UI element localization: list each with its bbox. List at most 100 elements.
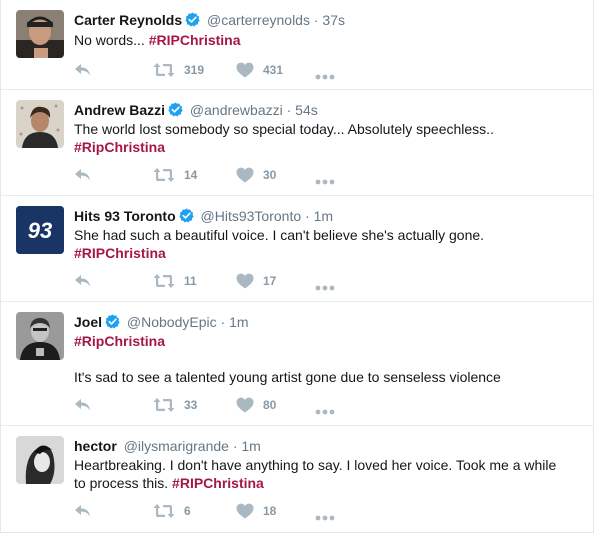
avatar[interactable] xyxy=(16,312,64,360)
timestamp[interactable]: 1m xyxy=(314,208,333,224)
separator: · xyxy=(220,314,226,330)
timestamp[interactable]: 1m xyxy=(229,314,248,330)
retweet-button[interactable]: 319 xyxy=(153,61,204,79)
timestamp[interactable]: 37s xyxy=(322,12,345,28)
hashtag-link[interactable]: #RIPChristina xyxy=(74,244,579,262)
heart-icon xyxy=(236,273,254,289)
retweet-count: 319 xyxy=(184,63,205,77)
tweet-body-line-2: to process this. #RIPChristina xyxy=(74,474,579,492)
display-name[interactable]: Hits 93 Toronto xyxy=(74,208,176,224)
reply-icon xyxy=(74,273,92,289)
timeline: Carter Reynolds @carterreynolds · 37s No… xyxy=(0,0,594,533)
more-button[interactable] xyxy=(315,67,335,85)
tweet[interactable]: Carter Reynolds @carterreynolds · 37s No… xyxy=(1,0,593,90)
like-button[interactable]: 30 xyxy=(236,166,276,184)
like-count: 431 xyxy=(263,63,284,77)
retweet-count: 14 xyxy=(184,168,198,182)
more-button[interactable] xyxy=(315,402,335,420)
tweet-body: to process this. xyxy=(74,475,169,491)
avatar[interactable] xyxy=(16,436,64,484)
display-name[interactable]: hector xyxy=(74,438,117,454)
like-button[interactable]: 80 xyxy=(236,396,276,414)
display-name[interactable]: Carter Reynolds xyxy=(74,12,182,28)
like-button[interactable]: 17 xyxy=(236,272,276,290)
more-icon xyxy=(315,409,335,415)
like-count: 80 xyxy=(263,398,277,412)
user-handle[interactable]: @Hits93Toronto xyxy=(201,208,302,224)
hashtag-link[interactable]: #RipChristina xyxy=(74,138,579,156)
tweet-text: The world lost somebody so special today… xyxy=(74,120,579,156)
more-button[interactable] xyxy=(315,172,335,190)
tweet-text: #RipChristina It's sad to see a talented… xyxy=(74,332,579,386)
user-handle[interactable]: @andrewbazzi xyxy=(190,102,283,118)
tweet-body: No words... xyxy=(74,32,145,48)
more-icon xyxy=(315,285,335,291)
user-handle[interactable]: @NobodyEpic xyxy=(127,314,217,330)
user-handle[interactable]: @carterreynolds xyxy=(207,12,310,28)
timestamp[interactable]: 54s xyxy=(295,102,318,118)
more-icon xyxy=(315,74,335,80)
heart-icon xyxy=(236,503,254,519)
hashtag-link[interactable]: #RIPChristina xyxy=(149,32,241,48)
reply-icon xyxy=(74,62,92,78)
retweet-button[interactable]: 14 xyxy=(153,166,197,184)
timestamp[interactable]: 1m xyxy=(241,438,260,454)
user-handle[interactable]: @ilysmarigrande xyxy=(124,438,229,454)
tweet-body: She had such a beautiful voice. I can't … xyxy=(74,227,485,243)
tweet[interactable]: hector @ilysmarigrande · 1m Heartbreakin… xyxy=(1,426,593,532)
retweet-count: 6 xyxy=(184,504,191,518)
retweet-icon xyxy=(153,503,175,519)
heart-icon xyxy=(236,62,254,78)
retweet-icon xyxy=(153,273,175,289)
heart-icon xyxy=(236,167,254,183)
separator: · xyxy=(313,12,319,28)
verified-badge-icon xyxy=(185,12,200,27)
reply-button[interactable] xyxy=(74,166,92,184)
more-icon xyxy=(315,515,335,521)
tweet-text: She had such a beautiful voice. I can't … xyxy=(74,226,579,262)
reply-button[interactable] xyxy=(74,502,92,520)
reply-button[interactable] xyxy=(74,61,92,79)
tweet-body: It's sad to see a talented young artist … xyxy=(74,369,501,385)
avatar[interactable] xyxy=(16,10,64,58)
separator: · xyxy=(232,438,238,454)
retweet-icon xyxy=(153,62,175,78)
reply-icon xyxy=(74,397,92,413)
reply-icon xyxy=(74,503,92,519)
hashtag-link[interactable]: #RipChristina xyxy=(74,332,579,350)
tweet-header: hector @ilysmarigrande · 1m xyxy=(74,437,583,455)
retweet-button[interactable]: 33 xyxy=(153,396,197,414)
reply-button[interactable] xyxy=(74,396,92,414)
tweet[interactable]: Joel @NobodyEpic · 1m #RipChristina It's… xyxy=(1,302,593,426)
tweet-header: Carter Reynolds @carterreynolds · 37s xyxy=(74,11,583,29)
tweet[interactable]: Andrew Bazzi @andrewbazzi · 54s The worl… xyxy=(1,90,593,196)
tweet[interactable]: 93 Hits 93 Toronto @Hits93Toronto · 1m S… xyxy=(1,196,593,302)
separator: · xyxy=(305,208,310,224)
avatar[interactable]: 93 xyxy=(16,206,64,254)
reply-button[interactable] xyxy=(74,272,92,290)
like-count: 30 xyxy=(263,168,277,182)
tweet-header: Hits 93 Toronto @Hits93Toronto · 1m xyxy=(74,207,583,225)
more-button[interactable] xyxy=(315,278,335,296)
like-button[interactable]: 18 xyxy=(236,502,276,520)
display-name[interactable]: Joel xyxy=(74,314,102,330)
hashtag-link[interactable]: #RIPChristina xyxy=(172,475,264,491)
tweet-text: No words... #RIPChristina xyxy=(74,31,579,49)
tweet-body-line-1: Heartbreaking. I don't have anything to … xyxy=(74,457,557,473)
tweet-body: The world lost somebody so special today… xyxy=(74,121,494,137)
reply-icon xyxy=(74,167,92,183)
like-button[interactable]: 431 xyxy=(236,61,283,79)
retweet-count: 33 xyxy=(184,398,198,412)
display-name[interactable]: Andrew Bazzi xyxy=(74,102,165,118)
retweet-button[interactable]: 6 xyxy=(153,502,191,520)
retweet-icon xyxy=(153,167,175,183)
retweet-icon xyxy=(153,397,175,413)
tweet-header: Joel @NobodyEpic · 1m xyxy=(74,313,583,331)
tweet-text: Heartbreaking. I don't have anything to … xyxy=(74,456,579,492)
avatar-logo-text: 93 xyxy=(28,218,52,243)
retweet-count: 11 xyxy=(184,274,197,288)
retweet-button[interactable]: 11 xyxy=(153,272,197,290)
avatar[interactable] xyxy=(16,100,64,148)
more-button[interactable] xyxy=(315,508,335,526)
verified-badge-icon xyxy=(105,314,120,329)
